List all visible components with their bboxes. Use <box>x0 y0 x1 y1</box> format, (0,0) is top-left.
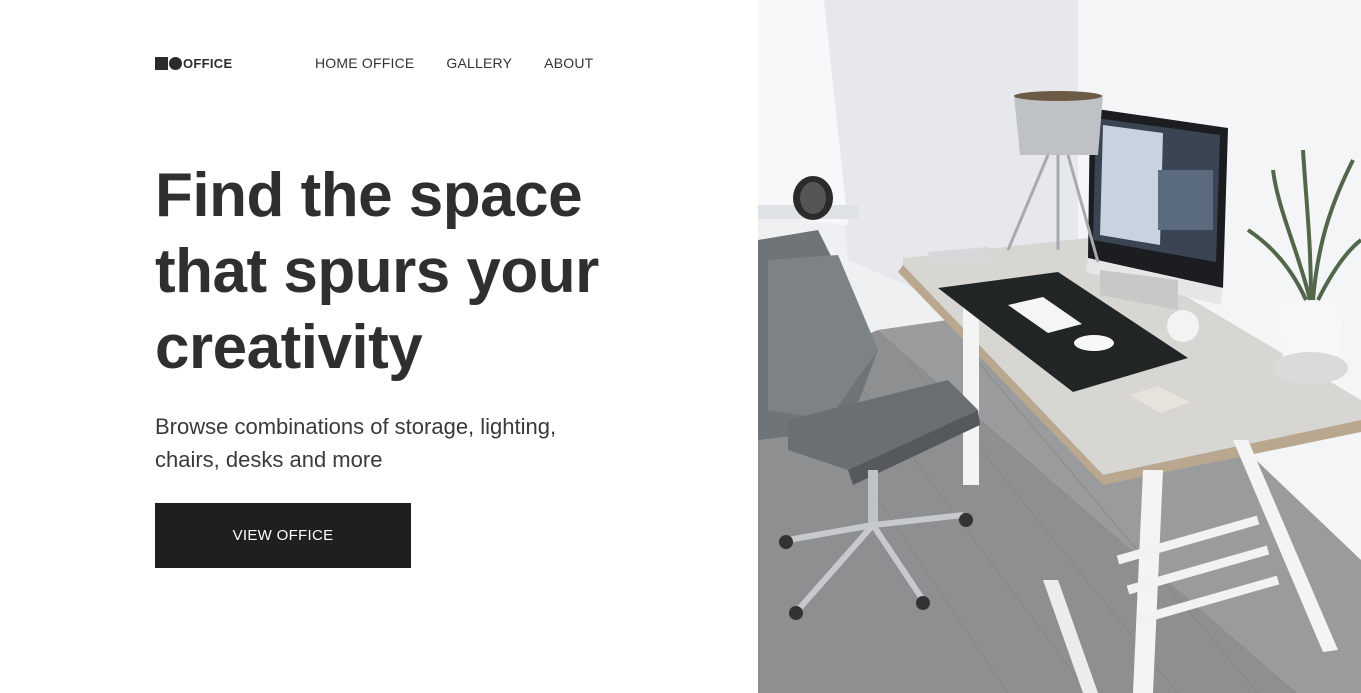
office-photo-illustration <box>758 0 1361 693</box>
logo-circle-icon <box>169 56 182 70</box>
hero-title-line: that spurs your <box>155 237 599 306</box>
hero-panel: OFFICE HOME OFFICE GALLERY ABOUT Find th… <box>0 0 758 693</box>
hero-subtitle: Browse combinations of storage, lighting… <box>155 414 557 472</box>
logo[interactable]: OFFICE <box>155 55 232 71</box>
logo-text: OFFICE <box>183 55 233 71</box>
logo-square-icon <box>155 56 168 70</box>
nav-gallery[interactable]: GALLERY <box>446 54 512 72</box>
nav-home-office[interactable]: HOME OFFICE <box>315 54 414 72</box>
main-nav: HOME OFFICE GALLERY ABOUT <box>315 54 593 72</box>
nav-about[interactable]: ABOUT <box>544 54 593 72</box>
hero-title-line: creativity <box>155 313 423 382</box>
office-photo <box>758 0 1361 693</box>
hero-title: Find the space that spurs your creativit… <box>155 158 635 386</box>
hero-title-line: Find the space <box>155 161 583 230</box>
view-office-button[interactable]: VIEW OFFICE <box>155 503 411 568</box>
